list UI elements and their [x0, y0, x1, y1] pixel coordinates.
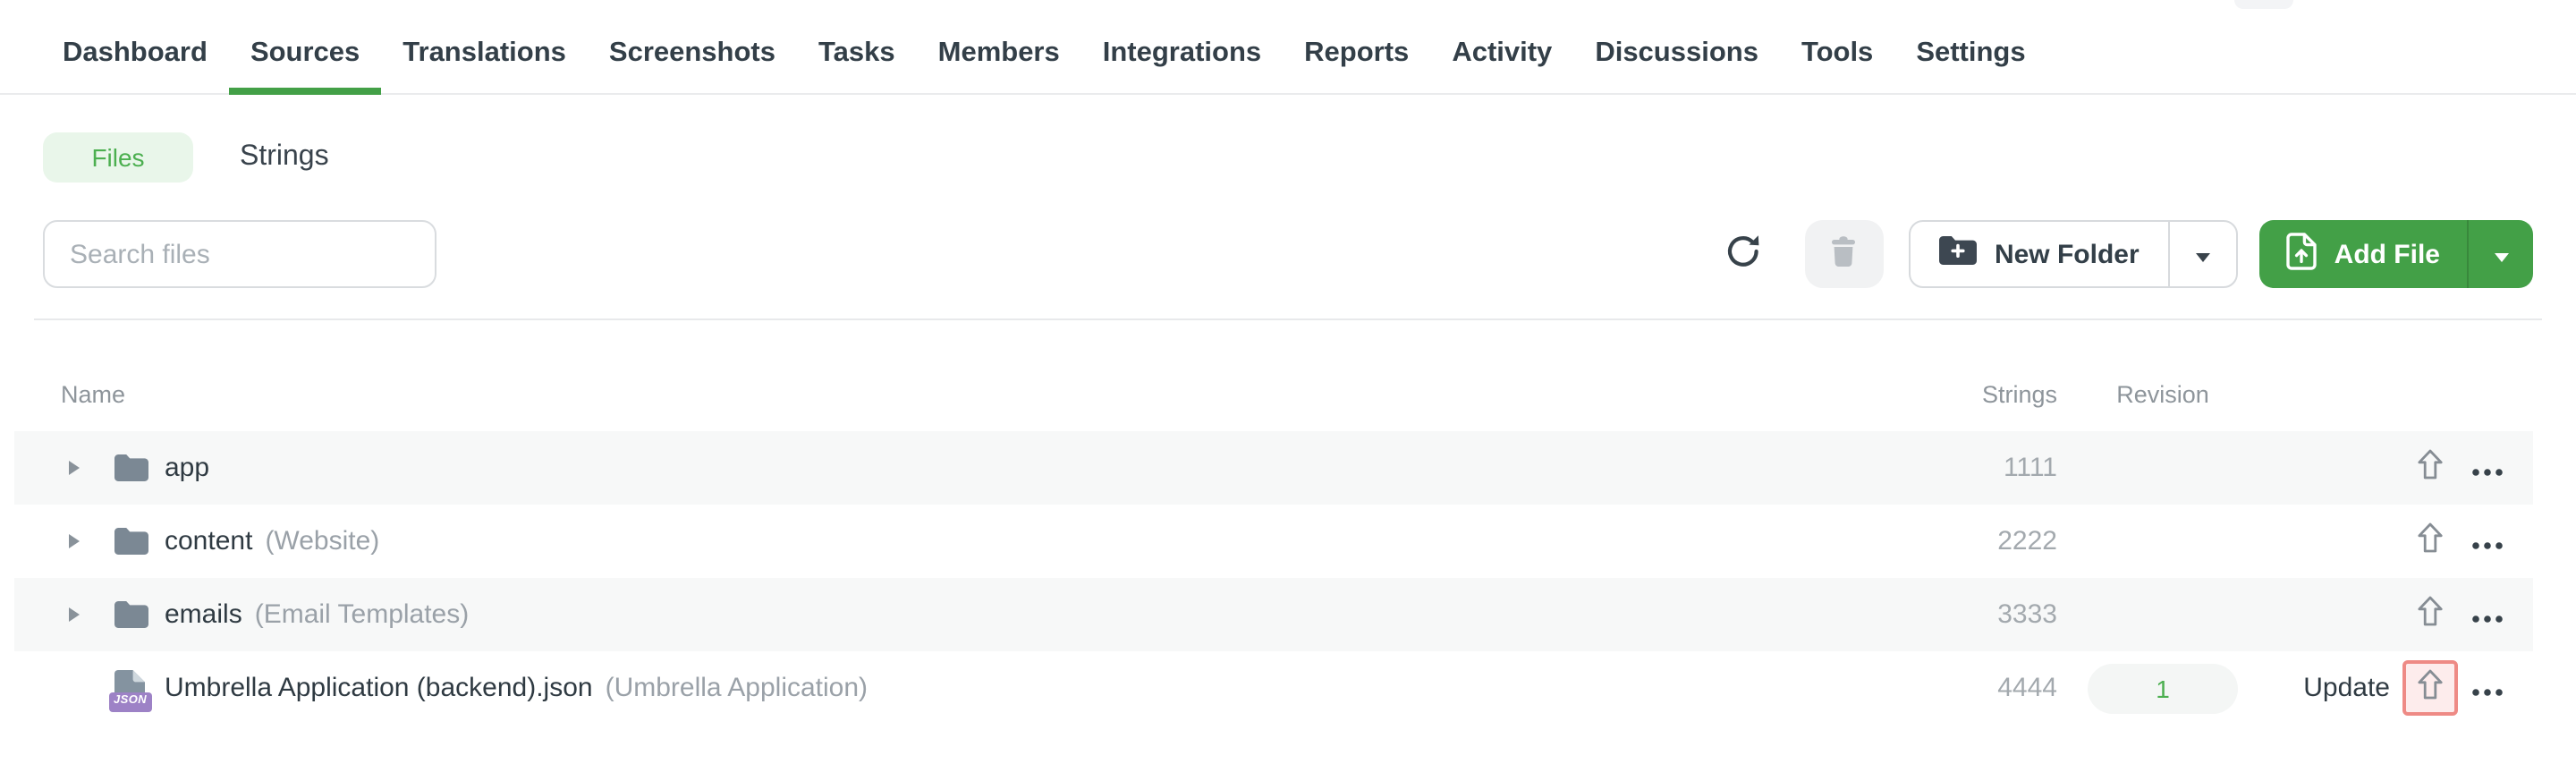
search-input[interactable] — [43, 220, 436, 288]
add-file-dropdown[interactable] — [2467, 220, 2533, 288]
folder-plus-icon — [1938, 236, 1977, 272]
ellipsis-icon — [2471, 599, 2502, 630]
ellipsis-icon — [2471, 453, 2502, 483]
add-file-button[interactable]: Add File — [2259, 220, 2467, 288]
strings-count: 4444 — [1997, 673, 2057, 703]
files-table: Name Strings Revision app 1111 content (… — [14, 320, 2533, 725]
folder-icon — [114, 528, 148, 555]
source-tabs: Files Strings — [43, 132, 2576, 183]
refresh-button[interactable] — [1724, 233, 1762, 276]
file-name[interactable]: app — [165, 453, 209, 483]
nav-item-tasks[interactable]: Tasks — [797, 14, 917, 93]
update-link[interactable]: Update — [2303, 673, 2390, 703]
ellipsis-icon — [2471, 526, 2502, 556]
row-expander-caret[interactable] — [68, 460, 97, 476]
file-upload-icon — [2285, 232, 2317, 276]
table-row[interactable]: emails (Email Templates) 3333 — [14, 578, 2533, 651]
file-context-label: (Website) — [265, 526, 380, 556]
json-file-icon: JSON — [109, 668, 152, 711]
column-header-revision: Revision — [2116, 381, 2209, 408]
strings-count: 2222 — [1997, 526, 2057, 556]
column-header-strings: Strings — [1981, 381, 2057, 408]
folder-icon — [114, 601, 148, 628]
strings-count: 1111 — [2003, 453, 2057, 483]
nav-item-integrations[interactable]: Integrations — [1081, 14, 1283, 93]
nav-item-screenshots[interactable]: Screenshots — [588, 14, 797, 93]
chevron-down-icon — [2195, 241, 2211, 267]
upload-arrow-icon — [2416, 522, 2443, 560]
nav-item-dashboard[interactable]: Dashboard — [41, 14, 229, 93]
strings-count: 3333 — [1997, 599, 2057, 630]
file-name[interactable]: content — [165, 526, 252, 556]
table-row[interactable]: JSON Umbrella Application (backend).json… — [14, 651, 2533, 725]
row-menu-button[interactable] — [2462, 526, 2512, 556]
upload-arrow-icon — [2416, 596, 2443, 633]
table-header: Name Strings Revision — [14, 320, 2533, 431]
row-menu-button[interactable] — [2462, 453, 2512, 483]
trash-icon — [1831, 236, 1858, 272]
row-expander-caret[interactable] — [68, 533, 97, 549]
upload-button[interactable] — [2402, 514, 2457, 569]
row-expander-caret[interactable] — [68, 607, 97, 623]
file-name[interactable]: emails — [165, 599, 242, 630]
upload-arrow-icon — [2416, 669, 2443, 707]
project-nav: Dashboard Sources Translations Screenshots T… — [0, 0, 2576, 95]
file-format-badge: JSON — [109, 692, 152, 711]
tab-strings[interactable]: Strings — [240, 141, 329, 174]
ellipsis-icon — [2471, 673, 2502, 703]
nav-item-reports[interactable]: Reports — [1283, 14, 1430, 93]
chevron-down-icon — [2493, 241, 2509, 267]
upload-button[interactable] — [2402, 660, 2457, 716]
toolbar: New Folder Add File — [43, 220, 2533, 288]
delete-button[interactable] — [1804, 220, 1884, 288]
revision-badge[interactable]: 1 — [2088, 663, 2238, 713]
nav-item-discussions[interactable]: Discussions — [1573, 14, 1780, 93]
page: Dashboard Sources Translations Screenshots T… — [0, 0, 2576, 764]
new-folder-split-button: New Folder — [1908, 220, 2238, 288]
file-name[interactable]: Umbrella Application (backend).json — [165, 673, 593, 703]
nav-item-members[interactable]: Members — [917, 14, 1081, 93]
row-menu-button[interactable] — [2462, 599, 2512, 630]
tooltip-remnant — [2234, 0, 2293, 9]
upload-button[interactable] — [2402, 440, 2457, 496]
file-context-label: (Umbrella Application) — [605, 673, 869, 703]
nav-item-activity[interactable]: Activity — [1430, 14, 1573, 93]
new-folder-label: New Folder — [1994, 239, 2140, 269]
refresh-icon — [1724, 233, 1762, 276]
nav-item-settings[interactable]: Settings — [1894, 14, 2046, 93]
row-menu-button[interactable] — [2462, 673, 2512, 703]
nav-item-tools[interactable]: Tools — [1780, 14, 1894, 93]
add-file-label: Add File — [2334, 239, 2440, 269]
table-body: app 1111 content (Website) 2222 emails (… — [14, 431, 2533, 725]
tab-files[interactable]: Files — [43, 132, 193, 183]
file-context-label: (Email Templates) — [254, 599, 470, 630]
add-file-split-button: Add File — [2258, 220, 2533, 288]
nav-item-sources[interactable]: Sources — [228, 14, 382, 95]
table-row[interactable]: app 1111 — [14, 431, 2533, 505]
upload-button[interactable] — [2402, 587, 2457, 642]
column-header-name: Name — [61, 381, 126, 408]
new-folder-button[interactable]: New Folder — [1911, 222, 2168, 286]
folder-icon — [114, 454, 148, 481]
upload-arrow-icon — [2416, 449, 2443, 487]
table-row[interactable]: content (Website) 2222 — [14, 505, 2533, 578]
nav-item-translations[interactable]: Translations — [381, 14, 588, 93]
new-folder-dropdown[interactable] — [2167, 222, 2236, 286]
